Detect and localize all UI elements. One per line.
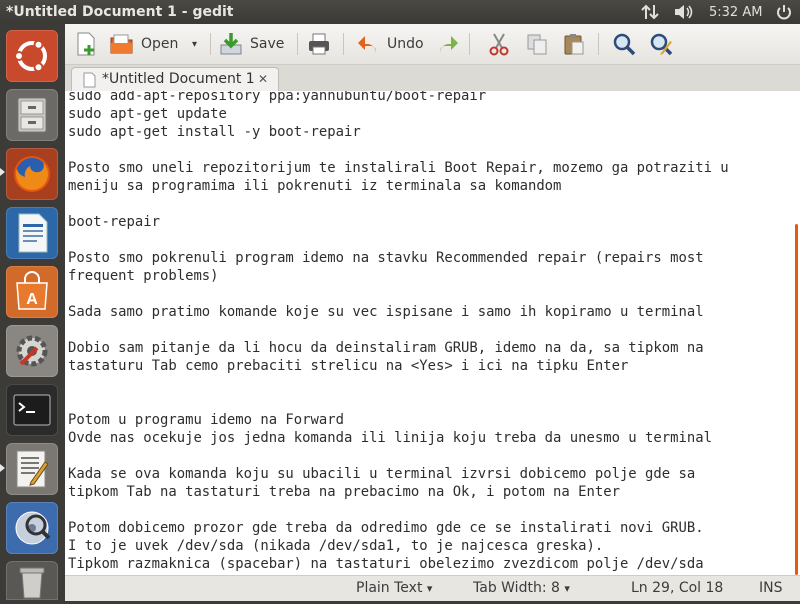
copy-button[interactable]: [524, 30, 550, 58]
chevron-down-icon: ▾: [426, 582, 433, 595]
speaker-icon[interactable]: [673, 2, 695, 22]
gear-wrench-icon: [16, 335, 48, 367]
save-label: Save: [250, 36, 285, 52]
document-tabbar: *Untitled Document 1 ✕: [65, 65, 800, 92]
editor-content[interactable]: sudo add-apt-repository ppa:yannubuntu/b…: [65, 91, 792, 573]
tab-label: *Untitled Document 1: [102, 71, 255, 87]
copy-icon: [527, 34, 547, 55]
open-recent-dropdown[interactable]: ▾: [192, 30, 197, 58]
printer-icon: [309, 33, 329, 55]
text-editor-icon: [16, 450, 49, 488]
scissors-icon: [489, 33, 509, 56]
terminal-button[interactable]: [6, 384, 58, 436]
shopping-bag-icon: A: [16, 271, 48, 310]
new-document-icon: [77, 32, 95, 56]
writer-button[interactable]: [6, 207, 58, 259]
tab-untitled-document-1[interactable]: *Untitled Document 1 ✕: [71, 67, 279, 91]
toolbar-separator: [210, 33, 211, 55]
find-replace-icon: [650, 33, 673, 56]
system-settings-button[interactable]: [6, 325, 58, 377]
find-button[interactable]: [611, 30, 637, 58]
chevron-down-icon: ▾: [564, 582, 570, 595]
scrollbar-thumb[interactable]: [795, 224, 798, 575]
running-indicator: [0, 168, 5, 176]
new-document-button[interactable]: [73, 30, 99, 58]
undo-button[interactable]: Undo: [355, 30, 424, 58]
open-label: Open: [141, 36, 179, 52]
save-button[interactable]: Save: [218, 30, 284, 58]
files-button[interactable]: [6, 89, 58, 141]
clipboard-paste-icon: [564, 34, 584, 55]
tab-width-selector[interactable]: Tab Width: 8 ▾: [473, 580, 570, 596]
software-center-button[interactable]: A: [6, 266, 58, 318]
open-button[interactable]: Open: [109, 30, 178, 58]
redo-button[interactable]: [435, 30, 461, 58]
cut-button[interactable]: [486, 30, 512, 58]
chevron-down-icon: ▾: [192, 38, 198, 50]
network-arrows-icon[interactable]: [640, 2, 660, 22]
search-icon: [613, 33, 636, 56]
disk-utility-button[interactable]: [6, 502, 58, 554]
print-button[interactable]: [306, 30, 332, 58]
ubuntu-logo-icon: [14, 39, 47, 73]
clock[interactable]: 5:32 AM: [709, 2, 762, 22]
gedit-button[interactable]: [6, 443, 58, 495]
cursor-position: Ln 29, Col 18: [631, 580, 724, 596]
find-replace-button[interactable]: [648, 30, 674, 58]
undo-label: Undo: [387, 36, 424, 52]
launcher: A: [0, 24, 66, 600]
window-title: *Untitled Document 1 - gedit: [6, 4, 234, 20]
statusbar: Plain Text ▾ Tab Width: 8 ▾ Ln 29, Col 1…: [65, 575, 800, 601]
vertical-scrollbar[interactable]: [792, 91, 800, 575]
trash-button[interactable]: [6, 561, 58, 600]
toolbar: Open ▾ Save Undo: [65, 24, 800, 65]
top-panel: *Untitled Document 1 - gedit 5:32 AM: [0, 0, 800, 24]
paste-button[interactable]: [561, 30, 587, 58]
open-folder-icon: [110, 34, 133, 54]
document-icon: [83, 72, 96, 88]
toolbar-separator: [297, 33, 298, 55]
power-icon[interactable]: [775, 2, 793, 22]
close-tab-icon[interactable]: ✕: [258, 72, 268, 86]
writer-document-icon: [18, 213, 48, 253]
redo-arrow-icon: [440, 36, 458, 53]
undo-arrow-icon: [358, 36, 376, 53]
save-download-icon: [220, 33, 242, 55]
insert-mode[interactable]: INS: [759, 580, 783, 596]
toolbar-separator: [598, 33, 599, 55]
svg-text:A: A: [26, 291, 38, 308]
terminal-icon: [13, 394, 51, 426]
disk-magnifier-icon: [15, 511, 51, 545]
firefox-icon: [14, 156, 50, 192]
toolbar-separator: [469, 33, 470, 55]
language-selector[interactable]: Plain Text ▾: [356, 580, 432, 596]
ubuntu-dash-button[interactable]: [6, 30, 58, 82]
running-indicator: [0, 464, 5, 472]
file-cabinet-icon: [17, 97, 47, 133]
trash-icon: [19, 567, 45, 599]
text-editor[interactable]: sudo add-apt-repository ppa:yannubuntu/b…: [65, 91, 792, 575]
firefox-button[interactable]: [6, 148, 58, 200]
toolbar-separator: [343, 33, 344, 55]
